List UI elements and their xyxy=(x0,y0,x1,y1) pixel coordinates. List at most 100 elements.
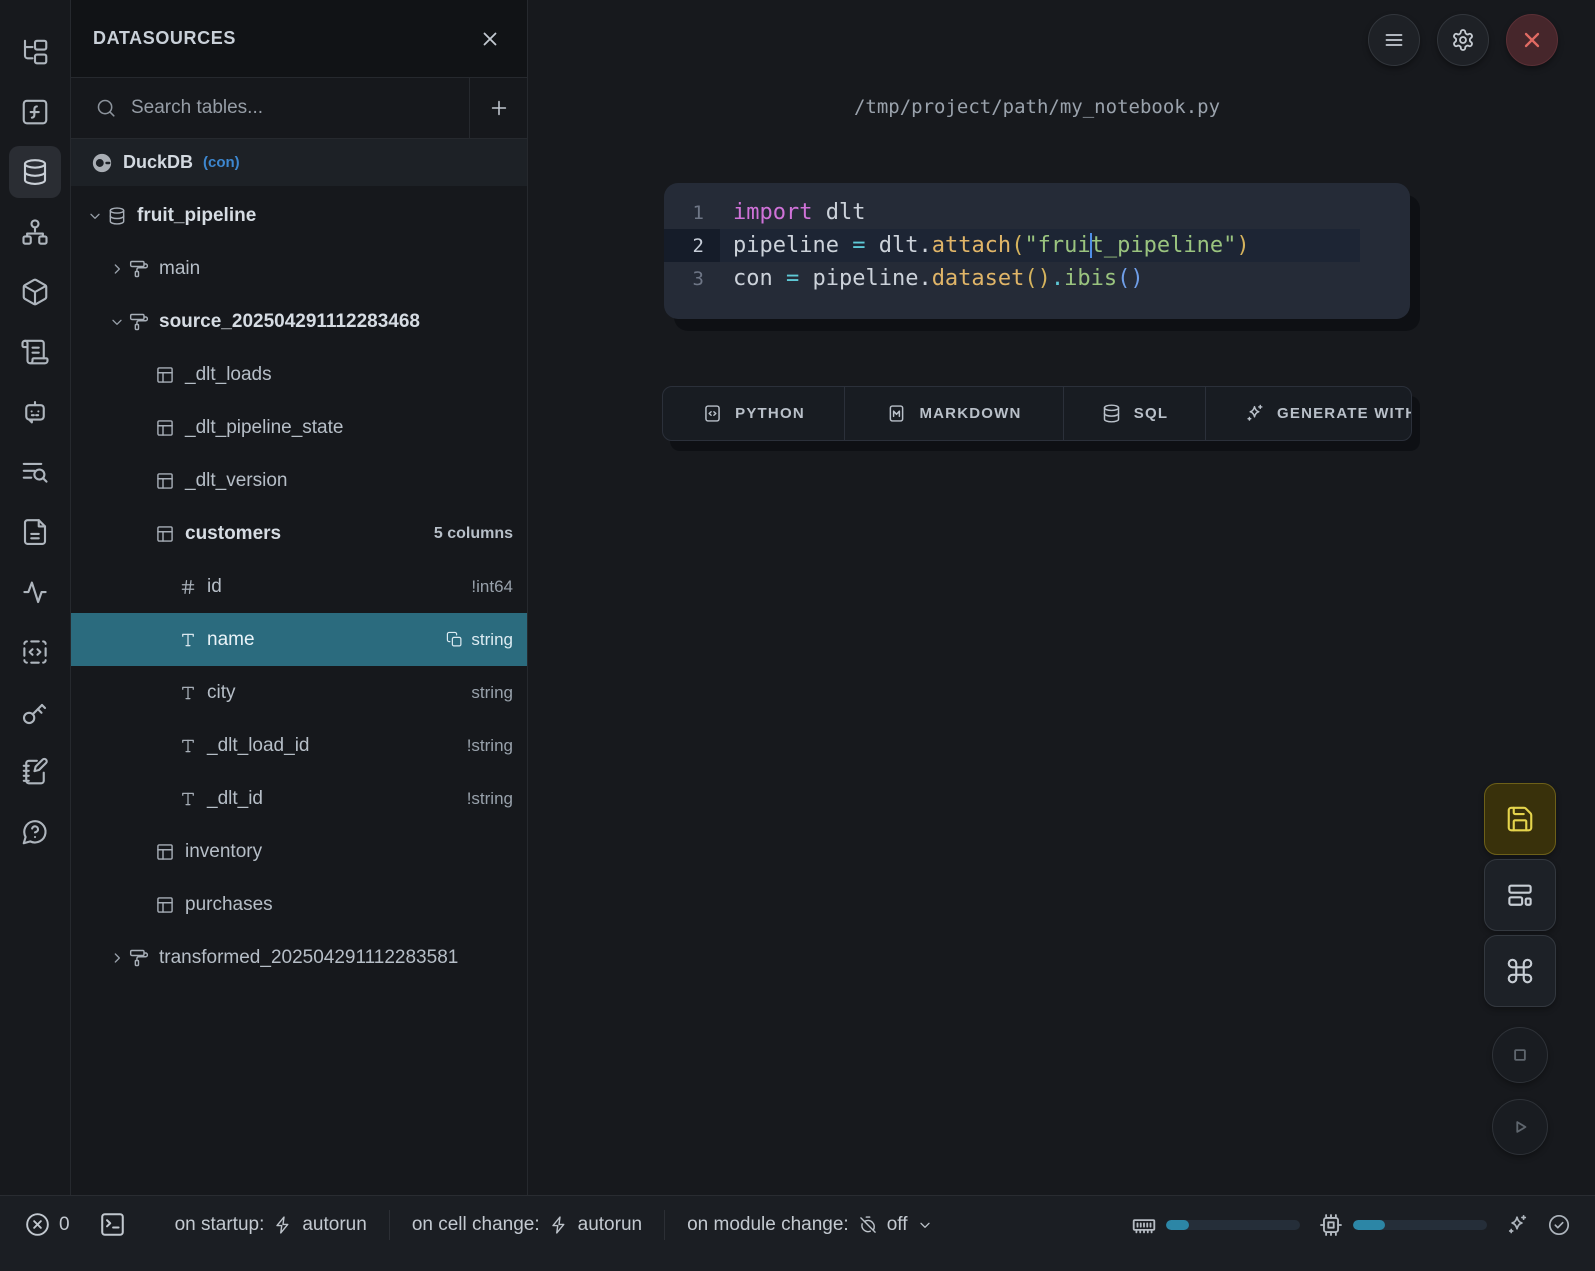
setting-on-module-change[interactable]: on module change:off xyxy=(665,1214,954,1236)
add-cell-python-button[interactable]: PYTHON xyxy=(663,387,845,440)
tree-item-source_202504291112283468[interactable]: source_202504291112283468 xyxy=(71,295,527,348)
close-app-button[interactable] xyxy=(1506,14,1558,66)
meter-track xyxy=(1353,1220,1487,1230)
zap-icon xyxy=(273,1215,293,1235)
code-token: () xyxy=(1024,266,1051,291)
tree-item-meta: !string xyxy=(467,736,513,756)
rail-item-list-search[interactable] xyxy=(9,446,61,498)
chevron-down-icon[interactable] xyxy=(109,314,125,330)
code-line-2[interactable]: 2pipeline = dlt.attach("fruit_pipeline") xyxy=(664,229,1360,262)
code-token: = xyxy=(786,266,799,291)
code-text: con = pipeline.dataset().ibis() xyxy=(720,266,1144,291)
scroll-text-icon xyxy=(20,337,50,367)
copy-icon[interactable] xyxy=(446,631,463,648)
menu-button[interactable] xyxy=(1368,14,1420,66)
rail-item-network[interactable] xyxy=(9,206,61,258)
connection-status-button[interactable] xyxy=(1547,1213,1571,1237)
connection-row[interactable]: DuckDB (con) xyxy=(71,139,527,186)
add-cell-sql-button[interactable]: SQL xyxy=(1064,387,1206,440)
code-token: . xyxy=(1051,266,1064,291)
table-icon xyxy=(155,842,175,862)
rail-item-box[interactable] xyxy=(9,266,61,318)
settings-button[interactable] xyxy=(1437,14,1489,66)
add-cell-generate-with-ai-button[interactable]: GENERATE WITH AI xyxy=(1206,387,1411,440)
tree-item-_dlt_loads[interactable]: _dlt_loads xyxy=(71,348,527,401)
stop-button[interactable] xyxy=(1492,1027,1548,1083)
setting-on-cell-change[interactable]: on cell change:autorun xyxy=(390,1214,664,1236)
tree-item-_dlt_load_id[interactable]: _dlt_load_id!string xyxy=(71,719,527,772)
add-cell-button-row: PYTHONMARKDOWNSQLGENERATE WITH AI xyxy=(662,386,1412,441)
database-icon xyxy=(107,206,127,226)
add-datasource-button[interactable] xyxy=(469,78,527,138)
rail-item-database[interactable] xyxy=(9,146,61,198)
error-count-button[interactable]: 0 xyxy=(24,1211,70,1238)
tree-item-_dlt_version[interactable]: _dlt_version xyxy=(71,454,527,507)
code-token: attach xyxy=(932,233,1011,258)
zap-icon xyxy=(549,1215,569,1235)
tree-item-label: source_202504291112283468 xyxy=(159,311,420,333)
keyboard-shortcuts-button[interactable] xyxy=(1484,935,1556,1007)
datasources-panel: DATASOURCES DuckDB (con) fruit_pipelinem… xyxy=(71,0,528,1195)
notebook-file-path: /tmp/project/path/my_notebook.py xyxy=(664,96,1410,118)
rail-item-file-text[interactable] xyxy=(9,506,61,558)
tree-item-main[interactable]: main xyxy=(71,242,527,295)
tree-item-id[interactable]: id!int64 xyxy=(71,560,527,613)
code-token: = xyxy=(852,233,865,258)
rail-item-bot[interactable] xyxy=(9,386,61,438)
tree-item-inventory[interactable]: inventory xyxy=(71,825,527,878)
help-bubble-icon xyxy=(20,817,50,847)
connection-badge: (con) xyxy=(203,154,240,171)
run-button[interactable] xyxy=(1492,1099,1548,1155)
rail-item-help-bubble[interactable] xyxy=(9,806,61,858)
terminal-button[interactable] xyxy=(98,1210,127,1239)
code-line-3[interactable]: 3con = pipeline.dataset().ibis() xyxy=(664,262,1410,295)
tree-item-meta: string xyxy=(446,630,513,650)
chevron-right-icon[interactable] xyxy=(109,950,125,966)
rail-item-key[interactable] xyxy=(9,686,61,738)
search-input[interactable] xyxy=(131,97,469,119)
tree-item-fruit_pipeline[interactable]: fruit_pipeline xyxy=(71,189,527,242)
tree-item-meta: 5 columns xyxy=(434,525,513,543)
code-token: dlt. xyxy=(865,233,931,258)
tree-item-label: transformed_202504291112283581 xyxy=(159,947,458,969)
rail-item-notebook-pen[interactable] xyxy=(9,746,61,798)
tree-item-purchases[interactable]: purchases xyxy=(71,878,527,931)
sparkles-button[interactable] xyxy=(1505,1213,1529,1237)
tree-item-customers[interactable]: customers5 columns xyxy=(71,507,527,560)
plus-icon xyxy=(488,97,510,119)
tree-item-transformed_202504291112283581[interactable]: transformed_202504291112283581 xyxy=(71,931,527,984)
rail-item-activity[interactable] xyxy=(9,566,61,618)
chevron-right-icon[interactable] xyxy=(109,261,125,277)
code-cell[interactable]: 1import dlt2pipeline = dlt.attach("fruit… xyxy=(664,183,1410,319)
tree-item-_dlt_pipeline_state[interactable]: _dlt_pipeline_state xyxy=(71,401,527,454)
rail-item-function-square[interactable] xyxy=(9,86,61,138)
close-icon[interactable] xyxy=(479,28,501,50)
setting-on-startup[interactable]: on startup:autorun xyxy=(153,1214,389,1236)
schema-icon xyxy=(129,259,149,279)
tree-item-_dlt_id[interactable]: _dlt_id!string xyxy=(71,772,527,825)
tree-item-city[interactable]: citystring xyxy=(71,666,527,719)
tree-item-label: purchases xyxy=(185,894,273,916)
save-button[interactable] xyxy=(1484,783,1556,855)
chevron-down-icon[interactable] xyxy=(87,208,103,224)
status-bar: 0 on startup:autorunon cell change:autoru… xyxy=(0,1195,1595,1271)
line-number: 1 xyxy=(664,196,720,229)
layout-button[interactable] xyxy=(1484,859,1556,931)
list-search-icon xyxy=(20,457,50,487)
line-number: 2 xyxy=(664,229,720,262)
rail-item-scroll-text[interactable] xyxy=(9,326,61,378)
markdown-box-icon xyxy=(886,403,907,424)
rail-item-code-dashed[interactable] xyxy=(9,626,61,678)
play-icon xyxy=(1507,1114,1533,1140)
code-token: "frui xyxy=(1024,233,1090,258)
code-line-1[interactable]: 1import dlt xyxy=(664,196,1410,229)
add-cell-markdown-button[interactable]: MARKDOWN xyxy=(845,387,1064,440)
table-icon xyxy=(155,524,175,544)
schema-icon xyxy=(129,948,149,968)
rail-item-file-tree[interactable] xyxy=(9,26,61,78)
tree-item-name[interactable]: namestring xyxy=(71,613,527,666)
text-column-icon xyxy=(179,631,197,649)
file-text-icon xyxy=(20,517,50,547)
key-icon xyxy=(20,697,50,727)
command-icon xyxy=(1505,956,1535,986)
